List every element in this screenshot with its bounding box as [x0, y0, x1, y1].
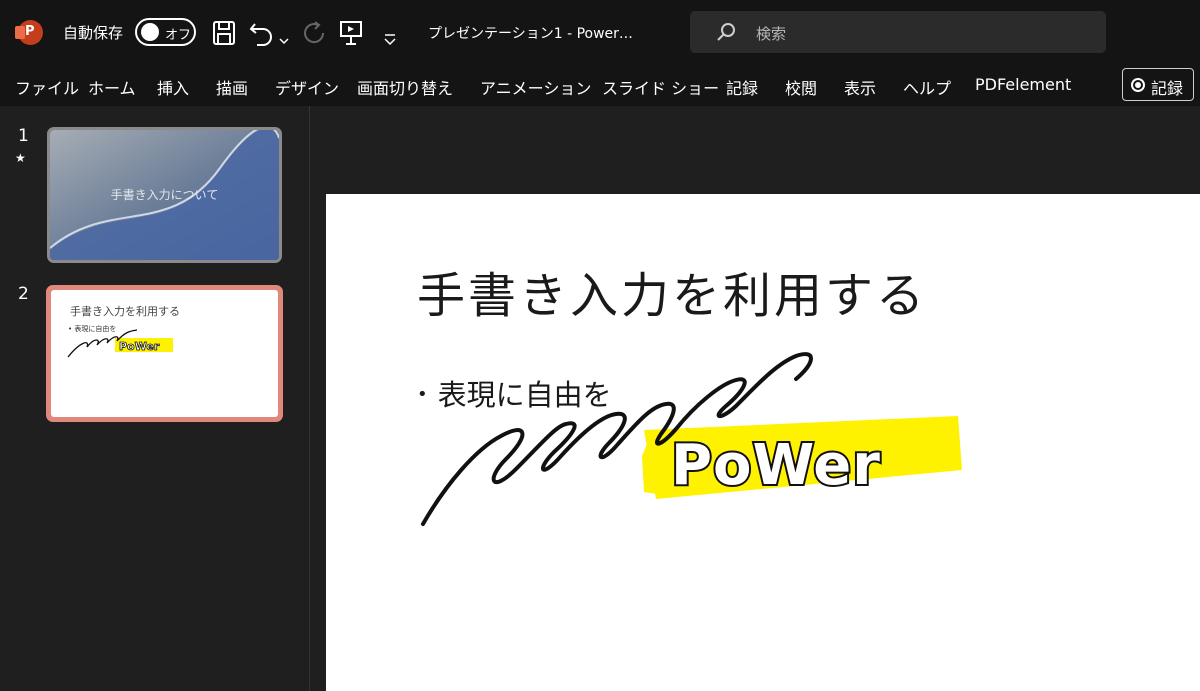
customize-toolbar-icon[interactable] [383, 27, 397, 53]
record-button[interactable]: 記録 [1122, 68, 1194, 101]
redo-icon[interactable] [301, 20, 327, 46]
slide-canvas[interactable]: 手書き入力を利用する • 表現に自由を PoWer [326, 194, 1200, 691]
thumbnail-2-title: 手書き入力を利用する [70, 305, 180, 318]
undo-icon[interactable] [249, 20, 275, 46]
tab-help[interactable]: ヘルプ [903, 75, 951, 99]
tab-transitions[interactable]: 画面切り替え [357, 75, 453, 99]
powerpoint-logo-icon[interactable]: P [15, 20, 43, 45]
thumbnail-2-ink-text: PoWer [119, 340, 160, 353]
record-icon [1131, 78, 1145, 92]
tab-home[interactable]: ホーム [88, 75, 136, 99]
autosave-toggle-state: オフ [165, 28, 192, 43]
logo-letter: P [25, 24, 35, 39]
search-icon [717, 23, 735, 41]
slide-number-2: 2 [18, 284, 29, 304]
tab-insert[interactable]: 挿入 [157, 75, 189, 99]
slide-number-1: 1 [18, 126, 29, 146]
autosave-toggle[interactable]: オフ [135, 18, 196, 46]
slide-thumbnail-panel: 1 ★ 手書き入力について 2 手書き入力を利用する • 表現に自由を PoWe… [0, 106, 310, 691]
autosave-label: 自動保存 [63, 24, 124, 42]
tab-review[interactable]: 校閲 [785, 75, 817, 99]
slide-thumbnail-2[interactable]: 手書き入力を利用する • 表現に自由を PoWer [46, 285, 283, 422]
tab-draw[interactable]: 描画 [216, 75, 248, 99]
tab-record[interactable]: 記録 [726, 75, 758, 99]
tab-animations[interactable]: アニメーション [480, 75, 591, 99]
toggle-knob [141, 23, 159, 41]
thumbnail-2-ink: PoWer [67, 329, 173, 358]
ink-text-power: PoWer [671, 433, 881, 498]
tab-file[interactable]: ファイル [15, 75, 79, 99]
tab-pdfelement[interactable]: PDFelement [975, 75, 1071, 94]
thumbnail-1-title: 手書き入力について [110, 188, 219, 202]
present-from-start-icon[interactable] [339, 20, 363, 46]
slide-thumbnail-1[interactable]: 手書き入力について [47, 127, 282, 263]
ribbon-tabs: ファイル ホーム 挿入 描画 デザイン 画面切り替え アニメーション スライド … [0, 64, 1200, 106]
undo-dropdown-icon[interactable] [279, 28, 289, 54]
tab-design[interactable]: デザイン [275, 75, 339, 99]
document-title[interactable]: プレゼンテーション1 - Power… [428, 23, 633, 43]
tab-view[interactable]: 表示 [844, 75, 876, 99]
thumbnail-2-canvas: 手書き入力を利用する • 表現に自由を PoWer [51, 290, 278, 417]
transition-star-icon: ★ [15, 151, 26, 165]
search-box[interactable]: 検索 [690, 11, 1106, 53]
tab-slideshow[interactable]: スライド ショー [602, 75, 719, 99]
record-button-label: 記録 [1151, 79, 1184, 98]
ink-drawing[interactable]: PoWer [326, 194, 1200, 691]
search-placeholder: 検索 [756, 25, 787, 43]
title-bar: P 自動保存 オフ プレゼンテーション1 - Power… 検索 [0, 0, 1200, 64]
save-icon[interactable] [212, 20, 236, 46]
